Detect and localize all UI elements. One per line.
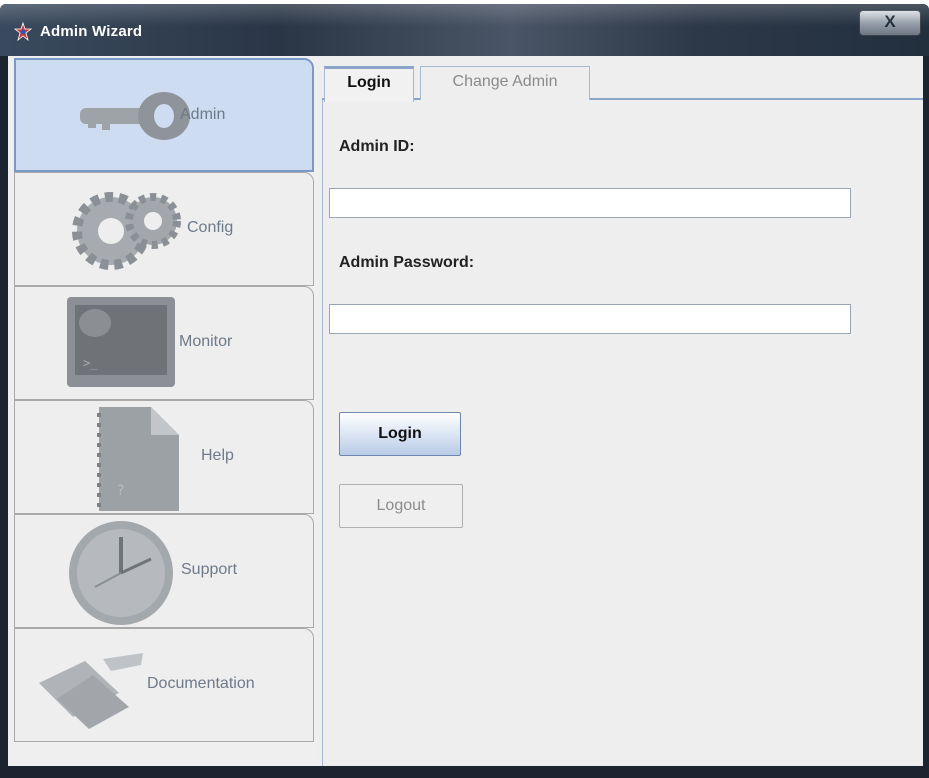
window-client-area: Admin Config >_ Monitor ? Help Support D… <box>8 56 923 772</box>
svg-text:?: ? <box>117 483 124 499</box>
sidebar-item-config[interactable]: Config <box>14 172 314 286</box>
login-tab-content: Admin ID: Admin Password: Login Logout <box>322 100 923 772</box>
document-icon: ? <box>97 407 179 511</box>
admin-password-field[interactable] <box>329 304 851 334</box>
gears-icon <box>72 192 181 270</box>
window-title: Admin Wizard <box>40 23 143 40</box>
sidebar-item-label: Help <box>201 447 234 464</box>
tab-login[interactable]: Login <box>324 66 414 102</box>
key-icon <box>80 92 190 140</box>
sidebar-item-admin[interactable]: Admin <box>14 58 314 172</box>
login-button[interactable]: Login <box>339 412 461 456</box>
close-button[interactable]: X <box>859 10 921 36</box>
admin-id-field[interactable] <box>329 188 851 218</box>
sidebar-item-monitor[interactable]: >_ Monitor <box>14 286 314 400</box>
sidebar-item-label: Support <box>181 561 238 578</box>
sidebar-item-label: Admin <box>180 106 226 123</box>
sidebar-item-label: Config <box>187 219 234 236</box>
tab-change-admin[interactable]: Change Admin <box>420 66 590 100</box>
svg-text:>_: >_ <box>83 356 98 370</box>
sidebar-item-documentation[interactable]: Documentation <box>14 628 314 742</box>
admin-wizard-window: Admin Wizard X Admin Config >_ Monitor ?… <box>0 4 929 778</box>
main-panel: Login Change Admin Admin ID: Admin Passw… <box>318 56 923 772</box>
sidebar-item-label: Documentation <box>147 675 255 692</box>
papers-icon <box>39 653 143 729</box>
window-bottom-border <box>0 766 929 778</box>
sidebar: Admin Config >_ Monitor ? Help Support D… <box>8 56 320 772</box>
logout-button[interactable]: Logout <box>339 484 463 528</box>
sidebar-item-label: Monitor <box>179 333 233 350</box>
sidebar-item-help[interactable]: ? Help <box>14 400 314 514</box>
title-bar[interactable]: Admin Wizard X <box>0 4 929 56</box>
clock-icon <box>69 521 173 625</box>
sidebar-item-support[interactable]: Support <box>14 514 314 628</box>
monitor-icon: >_ <box>67 297 175 387</box>
admin-id-label: Admin ID: <box>339 138 415 155</box>
java-app-icon <box>14 22 32 42</box>
admin-password-label: Admin Password: <box>339 254 475 271</box>
